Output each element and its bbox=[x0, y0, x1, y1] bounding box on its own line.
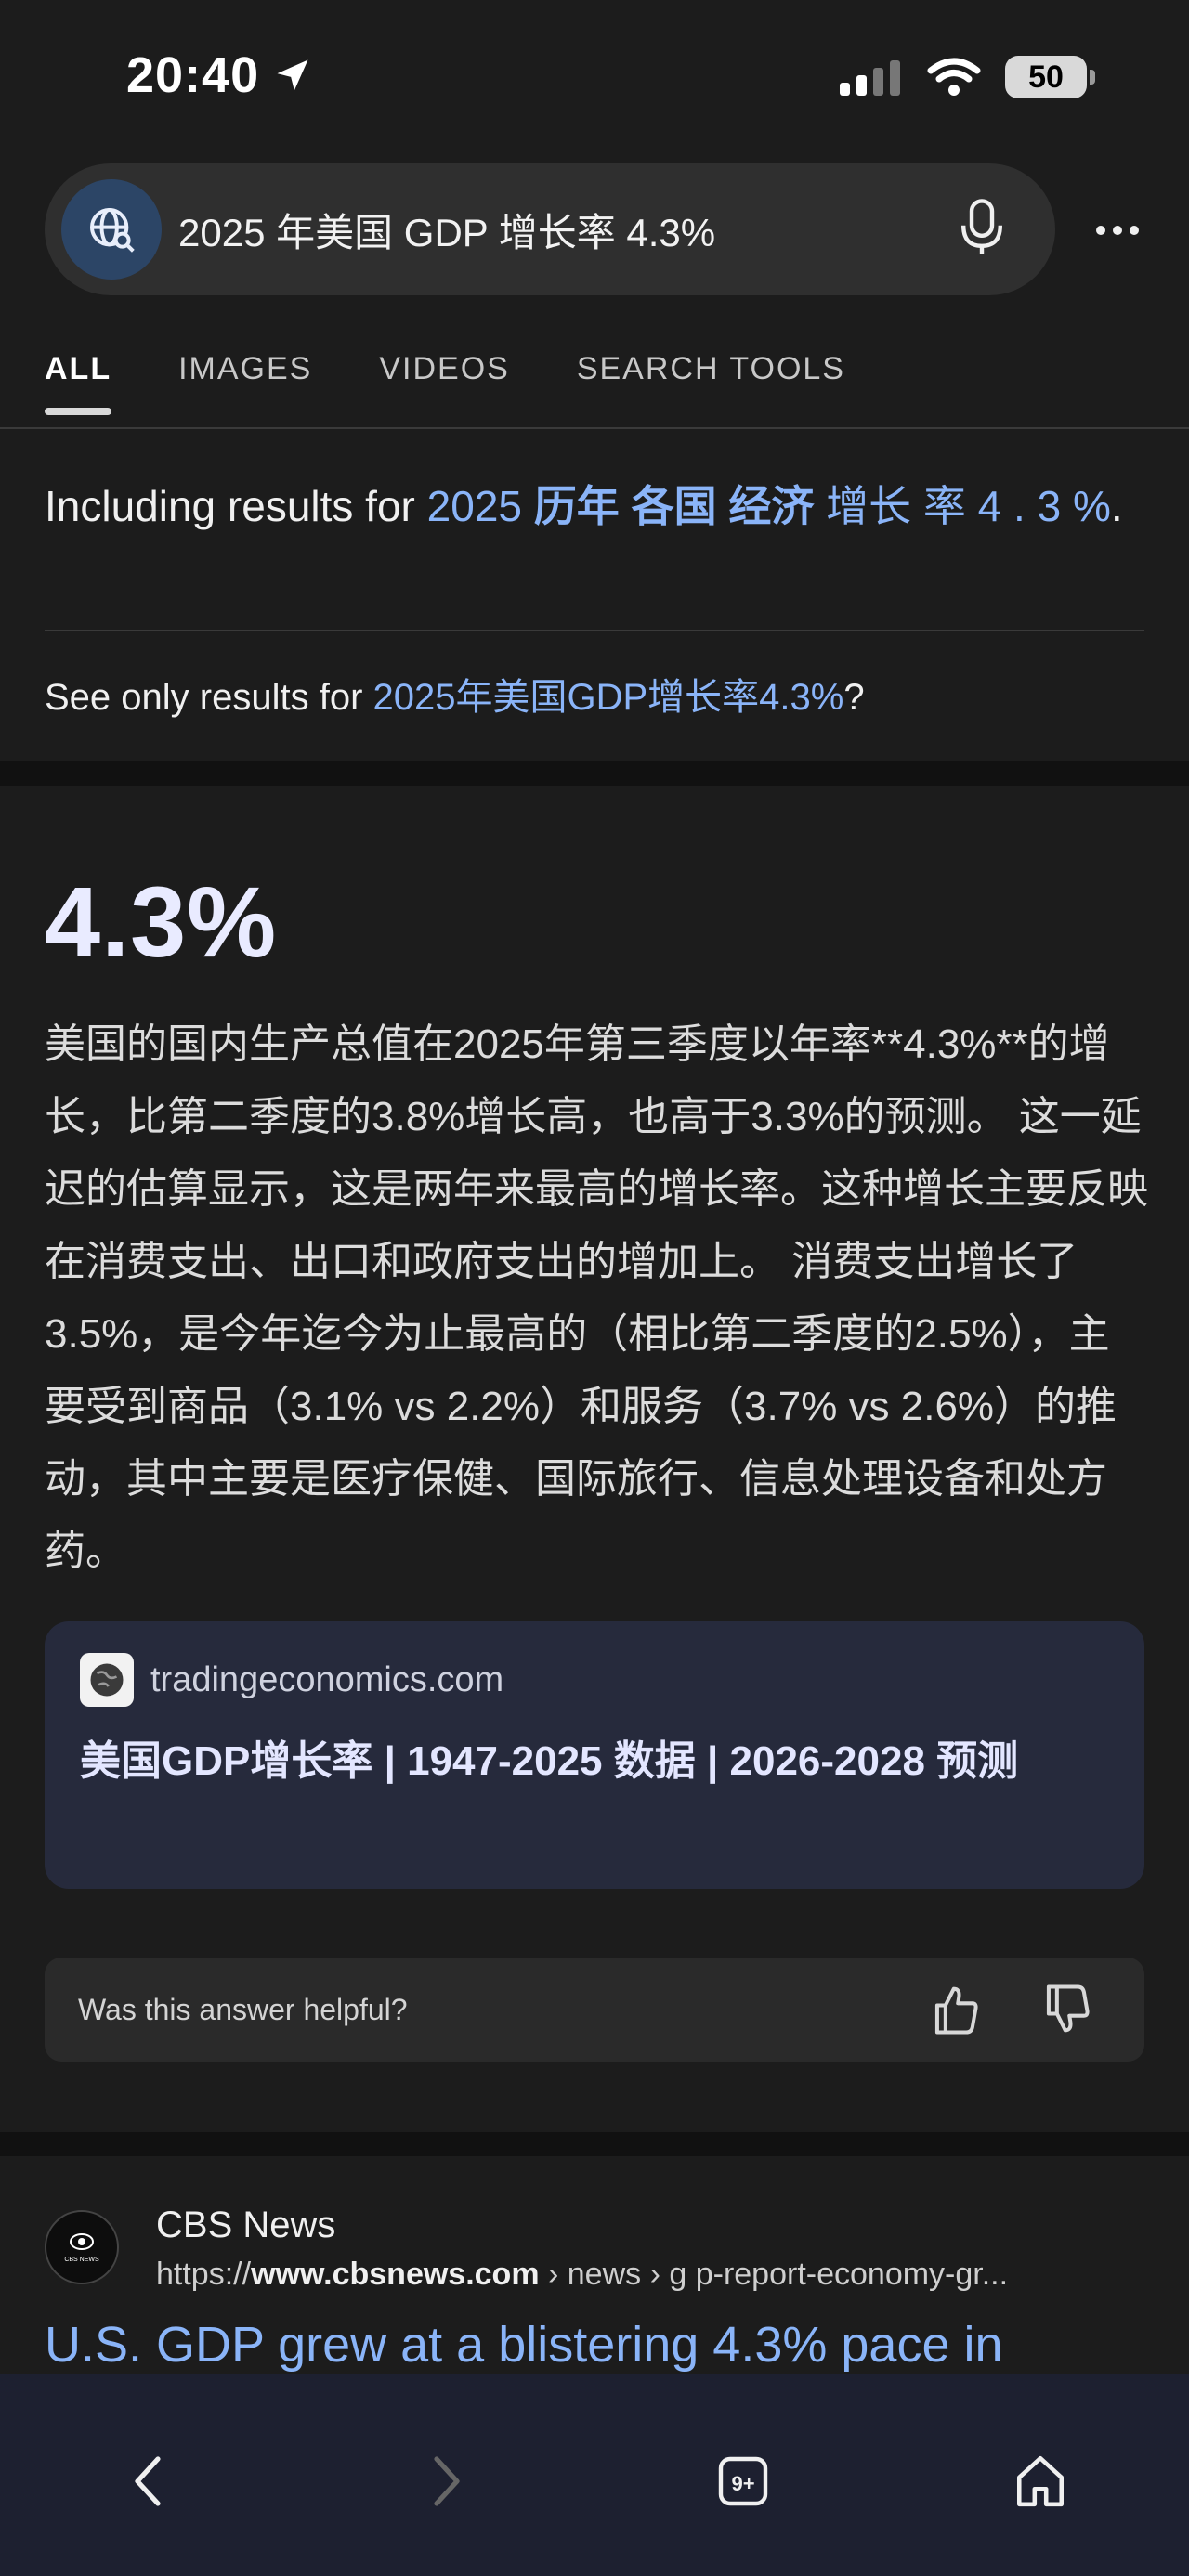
section-divider bbox=[0, 761, 1189, 786]
see-only-results-link[interactable]: 2025年美国GDP增长率4.3% bbox=[373, 677, 844, 718]
cellular-signal-icon bbox=[840, 60, 900, 96]
result-title-link[interactable]: U.S. GDP grew at a blistering 4.3% pace … bbox=[45, 2316, 1003, 2374]
wifi-icon bbox=[927, 58, 981, 96]
feedback-bar: Was this answer helpful? bbox=[45, 1958, 1144, 2062]
tab-images[interactable]: IMAGES bbox=[178, 351, 312, 415]
see-only-results: See only results for 2025年美国GDP增长率4.3%? bbox=[45, 677, 865, 718]
search-input[interactable]: 2025 年美国 GDP 增长率 4.3% bbox=[178, 202, 957, 258]
answer-source-card[interactable]: tradingeconomics.com 美国GDP增长率 | 1947-202… bbox=[45, 1621, 1144, 1889]
status-time-text: 20:40 bbox=[126, 47, 260, 103]
thumbs-up-icon[interactable] bbox=[931, 1983, 981, 2036]
status-indicators: 50 bbox=[840, 56, 1095, 98]
tab-search-tools[interactable]: SEARCH TOOLS bbox=[577, 351, 845, 415]
forward-icon[interactable] bbox=[399, 2435, 492, 2528]
including-results: Including results for 2025 历年 各国 经济 增长 率… bbox=[45, 475, 1150, 537]
location-arrow-icon bbox=[277, 59, 308, 91]
tab-videos[interactable]: VIDEOS bbox=[379, 351, 509, 415]
back-icon[interactable] bbox=[102, 2435, 195, 2528]
source-title[interactable]: 美国GDP增长率 | 1947-2025 数据 | 2026-2028 预测 bbox=[80, 1731, 1109, 1792]
search-tabs: ALL IMAGES VIDEOS SEARCH TOOLS bbox=[45, 351, 845, 415]
section-divider-2 bbox=[0, 2132, 1189, 2156]
answer-value: 4.3% bbox=[45, 865, 278, 978]
feedback-question: Was this answer helpful? bbox=[78, 1992, 408, 2026]
home-icon[interactable] bbox=[994, 2435, 1087, 2528]
tabs-divider bbox=[0, 427, 1189, 429]
tabs-switcher-icon[interactable]: 9+ bbox=[697, 2435, 790, 2528]
globe-search-icon[interactable] bbox=[61, 179, 162, 280]
status-time: 20:40 bbox=[126, 46, 313, 104]
tabs-count: 9+ bbox=[731, 2472, 754, 2495]
tab-all[interactable]: ALL bbox=[45, 351, 112, 415]
battery-indicator: 50 bbox=[1005, 56, 1095, 98]
answer-text: 美国的国内生产总值在2025年第三季度以年率**4.3%**的增长，比第二季度的… bbox=[45, 1021, 1148, 1574]
bottom-toolbar: 9+ bbox=[0, 2374, 1189, 2576]
more-options-icon[interactable] bbox=[1085, 204, 1150, 256]
svg-text:CBS NEWS: CBS NEWS bbox=[64, 2257, 99, 2263]
including-results-link[interactable]: 2025 历年 各国 经济 增长 率 4 . 3 % bbox=[427, 482, 1111, 530]
result-source-name[interactable]: CBS News bbox=[156, 2205, 335, 2246]
microphone-icon[interactable] bbox=[957, 197, 1007, 263]
search-bar[interactable]: 2025 年美国 GDP 增长率 4.3% bbox=[45, 163, 1055, 295]
including-suffix: . bbox=[1110, 482, 1123, 530]
thumbs-down-icon[interactable] bbox=[1042, 1983, 1092, 2036]
spelling-divider bbox=[45, 630, 1144, 631]
including-prefix: Including results for bbox=[45, 482, 427, 530]
result-url[interactable]: https://www.cbsnews.com › news › g p-rep… bbox=[156, 2257, 1150, 2293]
source-domain: tradingeconomics.com bbox=[150, 1659, 504, 1699]
tradingeconomics-favicon-icon bbox=[80, 1653, 134, 1707]
cbs-news-logo: CBS NEWS bbox=[45, 2210, 119, 2284]
